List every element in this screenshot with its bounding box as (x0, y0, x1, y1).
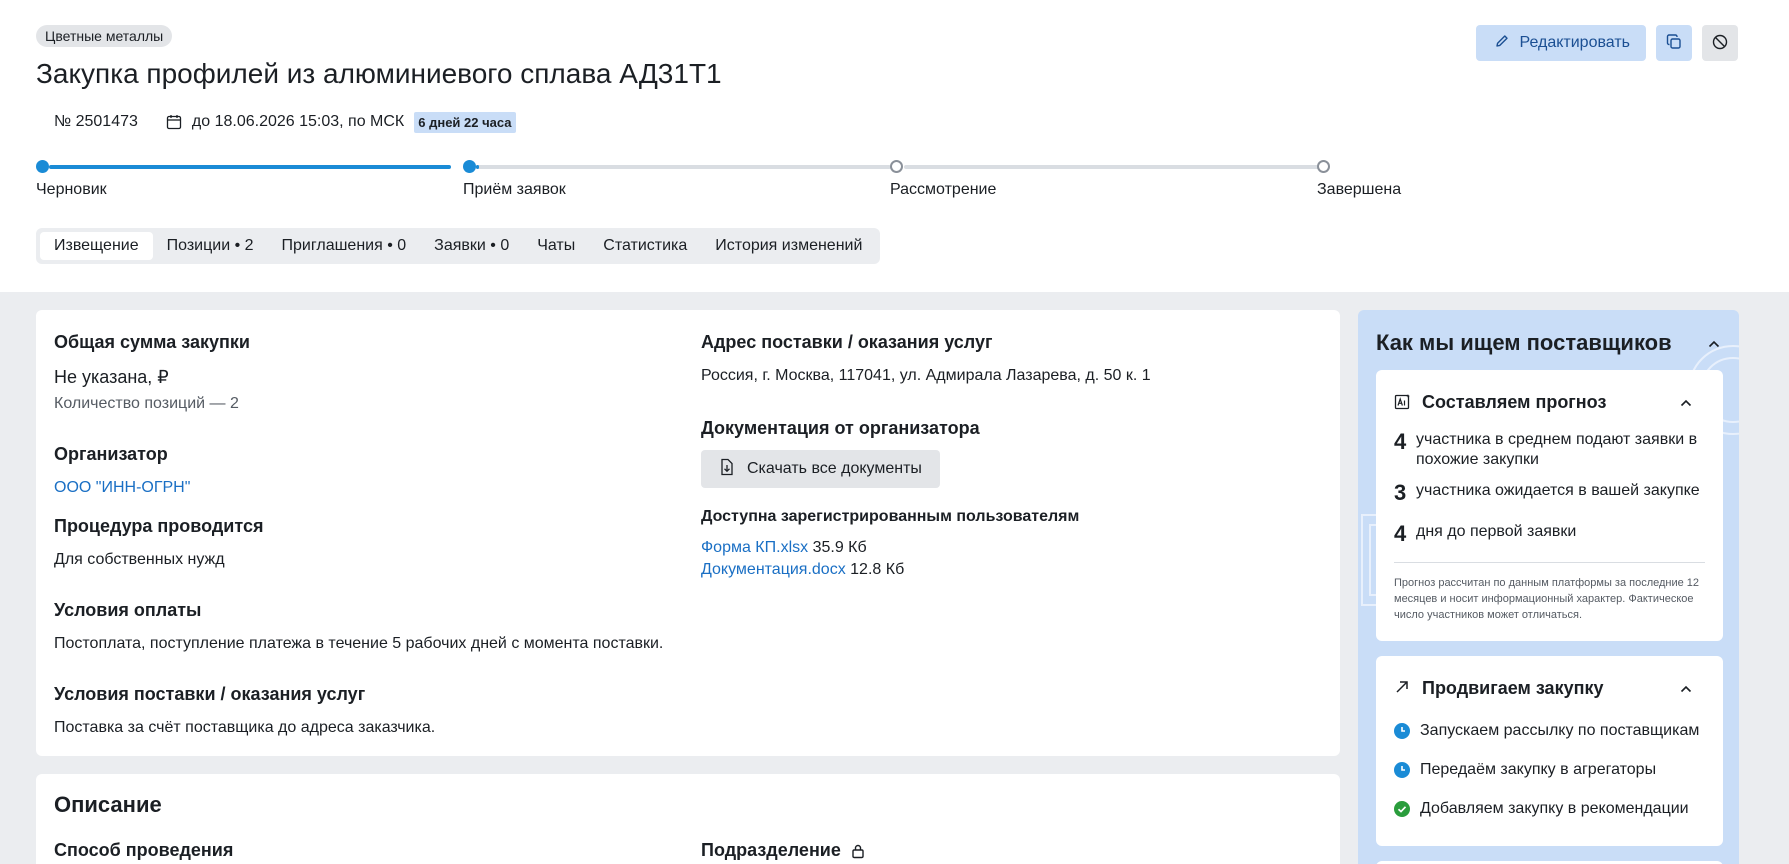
header-area: Цветные металлы Закупка профилей из алюм… (0, 0, 1789, 292)
step-line-2 (476, 165, 891, 169)
tab-notice[interactable]: Извещение (40, 232, 153, 260)
clock-icon (1394, 762, 1410, 778)
delivery-heading: Условия поставки / оказания услуг (54, 684, 366, 704)
step-line-2-progress (476, 165, 479, 169)
doc-link[interactable]: Документация.docx (701, 561, 846, 578)
promotion-item: Добавляем закупку в рекомендации (1394, 800, 1689, 818)
tab-positions[interactable]: Позиции • 2 (153, 232, 268, 260)
tab-chats[interactable]: Чаты (523, 232, 589, 260)
download-all-label: Скачать все документы (747, 460, 922, 477)
promotion-item-text: Добавляем закупку в рекомендации (1420, 800, 1689, 817)
stat-number: 4 (1394, 429, 1407, 454)
method-heading: Способ проведения (54, 840, 234, 860)
doc-link[interactable]: Форма КП.xlsx (701, 539, 808, 556)
tab-invitations[interactable]: Приглашения • 0 (268, 232, 421, 260)
header-actions: Редактировать (1476, 25, 1738, 61)
ai-icon (1394, 393, 1412, 416)
step-dot-accepting (463, 160, 476, 173)
edit-button[interactable]: Редактировать (1476, 25, 1646, 61)
total-value: Не указана, ₽ (54, 367, 169, 387)
step-label-review: Рассмотрение (890, 181, 997, 198)
divider (1394, 562, 1705, 563)
stat-number: 3 (1394, 480, 1407, 505)
division-heading: Подразделение (701, 840, 841, 860)
calendar-icon (166, 114, 182, 130)
promotion-title: Продвигаем закупку (1422, 678, 1604, 698)
payment-heading: Условия оплаты (54, 600, 202, 620)
payment-value: Постоплата, поступление платежа в течени… (54, 635, 664, 652)
notice-card: Общая сумма закупки Не указана, ₽ Количе… (36, 310, 1340, 756)
edit-button-label: Редактировать (1519, 34, 1630, 51)
promotion-card: Продвигаем закупку Запускаем рассылку по… (1376, 656, 1723, 846)
pencil-icon (1494, 33, 1510, 54)
forecast-stat: 4 участника в среднем подают заявки в по… (1394, 430, 1714, 470)
chevron-up-icon[interactable] (1706, 336, 1722, 352)
arrow-up-right-icon (1394, 679, 1410, 700)
forecast-card: Составляем прогноз 4 участника в среднем… (1376, 370, 1723, 641)
doc-size: 12.8 Кб (850, 561, 905, 578)
forecast-stat: 4 дня до первой заявки (1394, 522, 1714, 546)
forecast-title: Составляем прогноз (1422, 392, 1607, 412)
step-dot-draft (36, 160, 49, 173)
chevron-up-icon[interactable] (1678, 395, 1694, 411)
stat-text: участника в среднем подают заявки в похо… (1416, 431, 1698, 468)
procedure-value: Для собственных нужд (54, 551, 225, 568)
lock-icon (851, 843, 865, 864)
step-label-accepting: Приём заявок (463, 181, 566, 198)
forecast-stat: 3 участника ожидается в вашей закупке (1394, 481, 1714, 505)
download-all-button[interactable]: Скачать все документы (701, 450, 940, 488)
total-heading: Общая сумма закупки (54, 332, 250, 352)
step-dot-review (890, 160, 903, 173)
clock-icon (1394, 723, 1410, 739)
supplier-search-panel: Как мы ищем поставщиков Составляем прогн… (1358, 310, 1739, 864)
cancel-purchase-button[interactable] (1702, 25, 1738, 61)
step-label-draft: Черновик (36, 181, 107, 198)
stat-text: участника ожидается в вашей закупке (1416, 482, 1700, 499)
category-badge: Цветные металлы (36, 25, 173, 47)
docs-heading: Документация от организатора (701, 418, 980, 438)
positions-count: Количество позиций — 2 (54, 395, 239, 412)
step-label-completed: Завершена (1317, 181, 1402, 198)
promotion-item-text: Передаём закупку в агрегаторы (1420, 761, 1657, 778)
chevron-up-icon[interactable] (1678, 681, 1694, 697)
stat-number: 4 (1394, 521, 1407, 546)
step-line-1 (49, 165, 451, 169)
copy-icon (1665, 33, 1683, 54)
address-heading: Адрес поставки / оказания услуг (701, 332, 993, 352)
meta-row: № 2501473 до 18.06.2026 15:03, по МСК 6 … (54, 110, 516, 134)
download-file-icon (719, 458, 735, 481)
tab-history[interactable]: История изменений (701, 232, 876, 260)
tab-bids[interactable]: Заявки • 0 (420, 232, 523, 260)
organizer-link[interactable]: ООО "ИНН-ОГРН" (54, 479, 190, 497)
status-stepper: Черновик Приём заявок Рассмотрение Завер… (36, 160, 1401, 200)
address-value: Россия, г. Москва, 117041, ул. Адмирала … (701, 367, 1151, 384)
step-line-3 (904, 165, 1319, 169)
promotion-item: Запускаем рассылку по поставщикам (1394, 722, 1699, 740)
check-circle-icon (1394, 801, 1410, 817)
docs-access-note: Доступна зарегистрированным пользователя… (701, 508, 1080, 525)
copy-button[interactable] (1656, 25, 1692, 61)
purchase-number: № 2501473 (54, 113, 138, 130)
stat-text: дня до первой заявки (1416, 523, 1577, 540)
organizer-heading: Организатор (54, 444, 168, 464)
tabs-bar: Извещение Позиции • 2 Приглашения • 0 За… (36, 228, 881, 264)
doc-item: Документация.docx 12.8 Кб (701, 561, 904, 579)
description-card: Описание Способ проведения Подразделение (36, 774, 1340, 864)
block-icon (1711, 33, 1729, 54)
panel-title: Как мы ищем поставщиков (1376, 330, 1672, 355)
doc-size: 35.9 Кб (812, 539, 867, 556)
delivery-value: Поставка за счёт поставщика до адреса за… (54, 719, 436, 736)
procedure-heading: Процедура проводится (54, 516, 264, 536)
forecast-note: Прогноз рассчитан по данным платформы за… (1394, 577, 1700, 621)
deadline-text: до 18.06.2026 15:03, по МСК (191, 113, 405, 130)
page-title: Закупка профилей из алюминиевого сплава … (36, 58, 722, 89)
promotion-item: Передаём закупку в агрегаторы (1394, 761, 1656, 779)
time-left-badge: 6 дней 22 часа (414, 111, 516, 133)
description-heading: Описание (54, 792, 162, 817)
tab-statistics[interactable]: Статистика (589, 232, 701, 260)
promotion-item-text: Запускаем рассылку по поставщикам (1420, 722, 1700, 739)
doc-item: Форма КП.xlsx 35.9 Кб (701, 539, 867, 557)
step-dot-completed (1317, 160, 1330, 173)
